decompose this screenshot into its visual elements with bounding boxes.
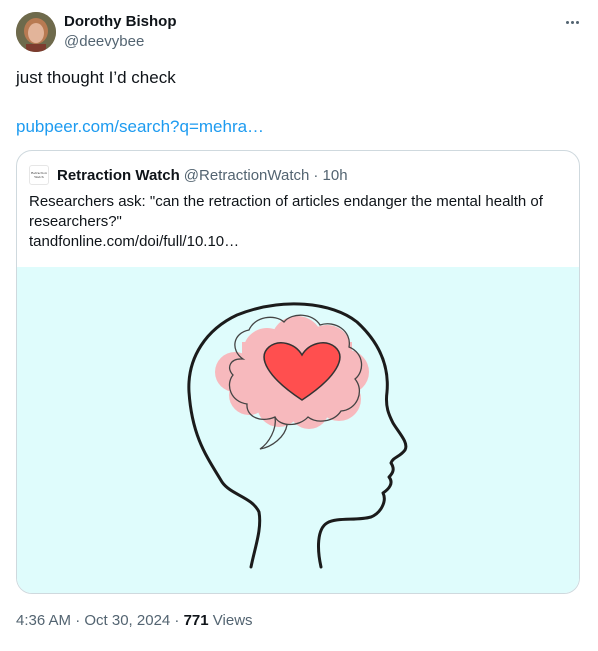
tweet-header: Dorothy Bishop @deevybee	[16, 12, 582, 54]
avatar-image	[16, 12, 56, 52]
author-handle[interactable]: @deevybee	[64, 33, 144, 50]
quoted-author-name: Retraction Watch	[57, 166, 180, 184]
quoted-media-image[interactable]	[17, 267, 579, 593]
tweet-link[interactable]: pubpeer.com/search?q=mehra…	[16, 117, 264, 137]
quoted-text-body: Researchers ask: "can the retraction of …	[29, 193, 543, 230]
quoted-text-link: tandfonline.com/doi/full/10.10…	[29, 233, 240, 250]
tweet-timestamp[interactable]: 4:36 AM · Oct 30, 2024 ·	[16, 612, 184, 629]
more-options-icon[interactable]	[562, 12, 582, 32]
quoted-tweet-text: Researchers ask: "can the retraction of …	[29, 192, 569, 252]
brain-heart-head-illustration-icon	[187, 302, 408, 569]
quoted-author-handle: @RetractionWatch	[183, 166, 310, 184]
quoted-time: · 10h	[313, 166, 348, 184]
logo-text: Retraction Watch	[30, 171, 48, 179]
views-label: Views	[208, 612, 253, 629]
author-name[interactable]: Dorothy Bishop	[64, 13, 177, 30]
quoted-tweet-header: Retraction Watch Retraction Watch @Retra…	[29, 164, 348, 186]
tweet-text: just thought I’d check	[16, 68, 176, 87]
tweet-meta: 4:36 AM · Oct 30, 2024 · 771 Views	[16, 612, 253, 629]
retraction-watch-logo-icon: Retraction Watch	[29, 165, 49, 185]
quoted-tweet-card[interactable]: Retraction Watch Retraction Watch @Retra…	[16, 150, 580, 594]
author-avatar[interactable]	[16, 12, 56, 52]
view-count: 771	[183, 612, 209, 629]
